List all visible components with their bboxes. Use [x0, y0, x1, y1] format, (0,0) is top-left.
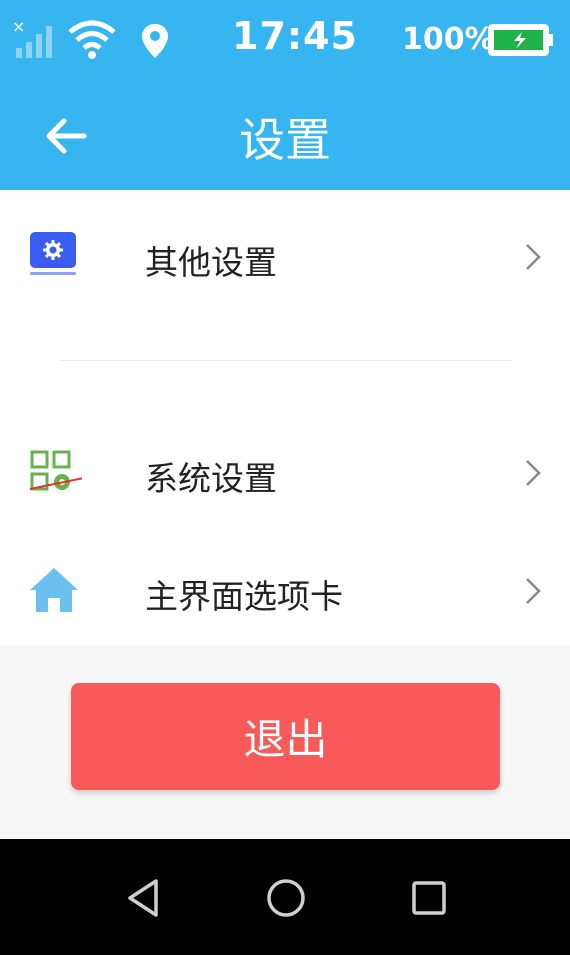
exit-area: 退出: [0, 645, 570, 839]
menu-item-home-tabs[interactable]: 主界面选项卡: [0, 530, 570, 648]
chevron-right-icon: [526, 244, 541, 270]
location-icon: [142, 24, 168, 58]
settings-menu: 其他设置 系统设置 主界面选项卡: [0, 190, 570, 645]
home-icon: [30, 568, 78, 612]
status-bar: × 17:45 100%: [0, 0, 570, 80]
divider: [60, 360, 512, 361]
battery-icon: [488, 24, 553, 56]
signal-icon: ×: [12, 18, 52, 58]
menu-item-label: 主界面选项卡: [145, 577, 343, 616]
wifi-icon: [68, 20, 116, 59]
chevron-right-icon: [526, 578, 541, 604]
home-circle-icon[interactable]: [263, 875, 309, 921]
grid-gear-icon: [29, 450, 82, 491]
battery-percent: 100%: [402, 22, 495, 57]
exit-button[interactable]: 退出: [71, 683, 500, 790]
recents-square-icon[interactable]: [406, 875, 452, 921]
menu-item-label: 系统设置: [145, 459, 277, 498]
app-bar: 设置: [0, 80, 570, 190]
clock: 17:45: [232, 14, 358, 58]
page-title: 设置: [239, 113, 331, 167]
gear-card-icon: [30, 232, 76, 275]
menu-item-other-settings[interactable]: 其他设置: [0, 196, 570, 314]
chevron-right-icon: [526, 460, 541, 486]
navigation-bar: [0, 839, 570, 955]
svg-text:×: ×: [12, 18, 25, 36]
back-triangle-icon[interactable]: [122, 875, 168, 921]
menu-item-label: 其他设置: [145, 243, 277, 282]
menu-item-system-settings[interactable]: 系统设置: [0, 412, 570, 530]
